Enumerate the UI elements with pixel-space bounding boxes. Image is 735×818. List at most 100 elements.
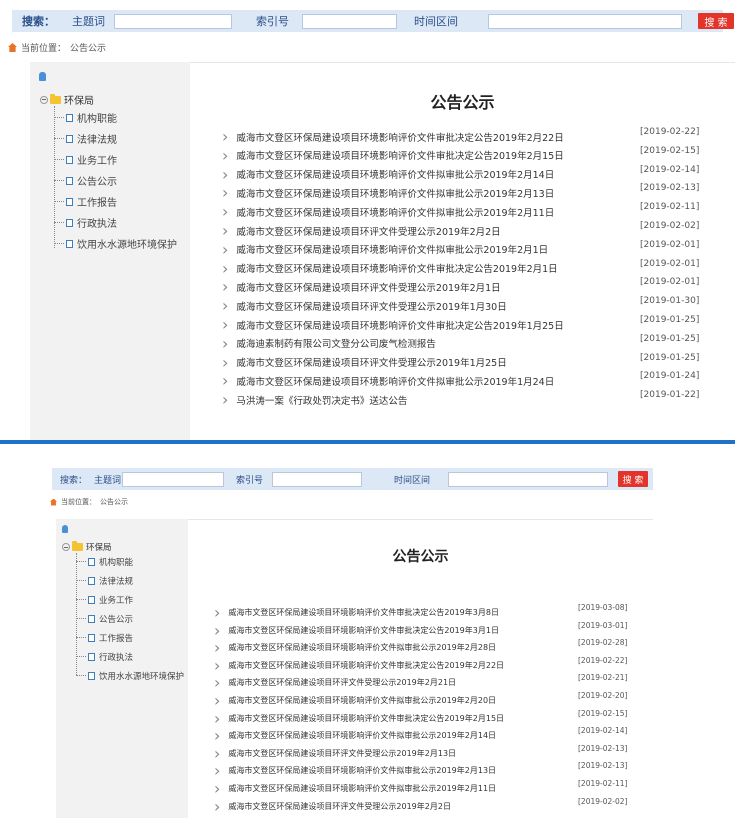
- search-button[interactable]: 搜 索: [698, 13, 734, 29]
- announcement-link[interactable]: 威海市文登区环保局建设项目环评文件受理公示2019年2月21日: [228, 677, 456, 688]
- sidebar-item[interactable]: 法律法规: [54, 131, 117, 146]
- bullet-icon: ›: [222, 164, 229, 184]
- list-item: › 威海市文登区环保局建设项目环境影响评价文件拟审批公示2019年2月11日: [214, 779, 496, 798]
- search-bar: 搜索： 主题词 索引号 时间区间 搜 索: [52, 468, 653, 490]
- announcement-link[interactable]: 威海市文登区环保局建设项目环评文件受理公示2019年2月2日: [236, 224, 500, 238]
- keyword-input[interactable]: [122, 471, 224, 487]
- sidebar-item[interactable]: 公告公示: [76, 613, 133, 625]
- list-item: › 威海市文登区环保局建设项目环评文件受理公示2019年2月1日: [222, 277, 501, 296]
- sidebar-item[interactable]: 工作报告: [76, 632, 133, 644]
- sidebar-item[interactable]: 工作报告: [54, 194, 117, 209]
- tree-root[interactable]: 环保局: [62, 541, 112, 553]
- breadcrumb-current[interactable]: 公告公示: [70, 41, 106, 54]
- announcement-link[interactable]: 威海市文登区环保局建设项目环境影响评价文件拟审批公示2019年2月14日: [236, 167, 554, 181]
- announcement-link[interactable]: 威海市文登区环保局建设项目环评文件受理公示2019年2月1日: [236, 280, 500, 294]
- announcement-link[interactable]: 威海市文登区环保局建设项目环境影响评价文件拟审批公示2019年2月13日: [228, 765, 496, 776]
- tree-branch-line: [54, 116, 64, 119]
- collapse-icon[interactable]: [62, 543, 70, 551]
- tree-branch-line: [76, 675, 86, 677]
- list-item: › 威海市文登区环保局建设项目环评文件受理公示2019年1月25日: [222, 353, 507, 372]
- index-label: 索引号: [236, 475, 264, 486]
- bullet-icon: ›: [222, 258, 229, 278]
- announcement-date: [2019-02-01]: [640, 258, 700, 269]
- sidebar-item-label: 机构职能: [99, 558, 134, 568]
- announcement-link[interactable]: 威海市文登区环保局建设项目环评文件受理公示2019年2月2日: [228, 801, 451, 812]
- announcement-date: [2019-02-11]: [640, 202, 700, 213]
- sidebar-item[interactable]: 业务工作: [76, 594, 133, 606]
- tree-branch-line: [76, 656, 86, 658]
- announcement-link[interactable]: 威海市文登区环保局建设项目环评文件受理公示2019年1月30日: [236, 299, 506, 313]
- bullet-icon: ›: [214, 620, 221, 640]
- announcement-date: [2019-02-21]: [578, 673, 628, 683]
- announcement-link[interactable]: 威海市文登区环保局建设项目环境影响评价文件拟审批公示2019年2月14日: [228, 730, 496, 741]
- collapse-icon[interactable]: [40, 95, 48, 104]
- announcement-link[interactable]: 威海市文登区环保局建设项目环境影响评价文件拟审批公示2019年2月20日: [228, 695, 496, 706]
- announcement-date: [2019-02-20]: [578, 691, 628, 700]
- sidebar-item[interactable]: 行政执法: [54, 215, 117, 230]
- announcement-link[interactable]: 威海市文登区环保局建设项目环境影响评价文件审批决定公告2019年2月1日: [236, 261, 557, 275]
- tree-branch-line: [76, 561, 86, 563]
- announcement-date: [2019-02-22]: [640, 127, 700, 137]
- announcement-date: [2019-01-25]: [640, 333, 700, 344]
- announcement-link[interactable]: 威海市文登区环保局建设项目环境影响评价文件审批决定公告2019年2月15日: [228, 713, 504, 724]
- announcement-date: [2019-02-15]: [640, 145, 700, 156]
- search-button[interactable]: 搜 索: [618, 471, 648, 487]
- index-input[interactable]: [272, 471, 362, 487]
- sidebar-item-label: 公告公示: [99, 615, 134, 625]
- tree-branch-line: [76, 637, 86, 639]
- announcement-link[interactable]: 威海市文登区环保局建设项目环境影响评价文件拟审批公示2019年2月13日: [236, 186, 554, 200]
- announcement-date: [2019-01-22]: [640, 390, 700, 401]
- tree-root[interactable]: 环保局: [40, 92, 94, 107]
- bullet-icon: ›: [214, 638, 221, 658]
- bullet-icon: ›: [222, 277, 229, 297]
- announcement-link[interactable]: 威海市文登区环保局建设项目环境影响评价文件审批决定公告2019年1月25日: [236, 318, 563, 332]
- announcement-link[interactable]: 威海迪素制药有限公司文登分公司废气检测报告: [236, 336, 436, 350]
- breadcrumb-current[interactable]: 公告公示: [100, 497, 128, 507]
- home-icon: [50, 498, 57, 506]
- tree-branch-line: [54, 200, 64, 203]
- bullet-icon: ›: [214, 743, 221, 763]
- sidebar-item[interactable]: 公告公示: [54, 173, 117, 188]
- sidebar-item[interactable]: 机构职能: [76, 556, 133, 568]
- list-item: › 威海市文登区环保局建设项目环境影响评价文件拟审批公示2019年2月11日: [222, 202, 554, 221]
- announcement-link[interactable]: 威海市文登区环保局建设项目环评文件受理公示2019年2月13日: [228, 748, 456, 759]
- announcement-date: [2019-02-02]: [640, 221, 700, 231]
- tree-branch-line: [76, 618, 86, 620]
- sidebar-item[interactable]: 饮用水水源地环境保护: [54, 236, 177, 251]
- time-range-input[interactable]: [448, 471, 608, 487]
- time-range-input[interactable]: [488, 13, 682, 29]
- sidebar-item[interactable]: 饮用水水源地环境保护: [76, 670, 184, 682]
- announcement-link[interactable]: 马洪涛一案《行政处罚决定书》送达公告: [236, 393, 407, 407]
- announcement-link[interactable]: 威海市文登区环保局建设项目环境影响评价文件审批决定公告2019年2月22日: [228, 660, 504, 671]
- bullet-icon: ›: [222, 239, 229, 259]
- bullet-icon: ›: [214, 779, 221, 798]
- sidebar-item[interactable]: 机构职能: [54, 110, 117, 125]
- sidebar-item-label: 工作报告: [99, 634, 134, 644]
- announcement-link[interactable]: 威海市文登区环保局建设项目环境影响评价文件拟审批公示2019年2月1日: [236, 242, 548, 256]
- list-item: › 威海市文登区环保局建设项目环境影响评价文件审批决定公告2019年2月15日: [214, 709, 504, 728]
- announcement-link[interactable]: 威海市文登区环保局建设项目环境影响评价文件审批决定公告2019年2月22日: [236, 130, 563, 144]
- announcement-link[interactable]: 威海市文登区环保局建设项目环境影响评价文件审批决定公告2019年2月15日: [236, 148, 563, 162]
- keyword-input[interactable]: [114, 13, 232, 29]
- bullet-icon: ›: [222, 221, 229, 240]
- announcement-link[interactable]: 威海市文登区环保局建设项目环境影响评价文件审批决定公告2019年3月1日: [228, 625, 499, 636]
- page-icon: [66, 113, 73, 122]
- sidebar-item[interactable]: 业务工作: [54, 152, 117, 167]
- bullet-icon: ›: [214, 673, 221, 693]
- announcement-link[interactable]: 威海市文登区环保局建设项目环境影响评价文件拟审批公示2019年2月28日: [228, 642, 496, 653]
- page-title: 公告公示: [392, 549, 449, 565]
- announcement-link[interactable]: 威海市文登区环保局建设项目环境影响评价文件拟审批公示2019年1月24日: [236, 374, 554, 388]
- announcement-link[interactable]: 威海市文登区环保局建设项目环境影响评价文件拟审批公示2019年2月11日: [228, 783, 496, 794]
- search-label: 搜索：: [22, 15, 55, 28]
- announcement-link[interactable]: 威海市文登区环保局建设项目环境影响评价文件审批决定公告2019年3月8日: [228, 607, 499, 618]
- announcement-date: [2019-02-13]: [578, 743, 628, 753]
- sidebar-item[interactable]: 法律法规: [76, 575, 133, 587]
- list-item: › 威海市文登区环保局建设项目环境影响评价文件拟审批公示2019年2月13日: [214, 761, 496, 780]
- index-input[interactable]: [302, 13, 397, 29]
- announcement-date: [2019-02-22]: [578, 655, 628, 665]
- sidebar-item[interactable]: 行政执法: [76, 651, 133, 663]
- announcement-link[interactable]: 威海市文登区环保局建设项目环评文件受理公示2019年1月25日: [236, 355, 506, 369]
- breadcrumb-prefix: 当前位置：: [61, 498, 96, 506]
- announcement-link[interactable]: 威海市文登区环保局建设项目环境影响评价文件拟审批公示2019年2月11日: [236, 205, 554, 219]
- page-icon: [88, 558, 95, 566]
